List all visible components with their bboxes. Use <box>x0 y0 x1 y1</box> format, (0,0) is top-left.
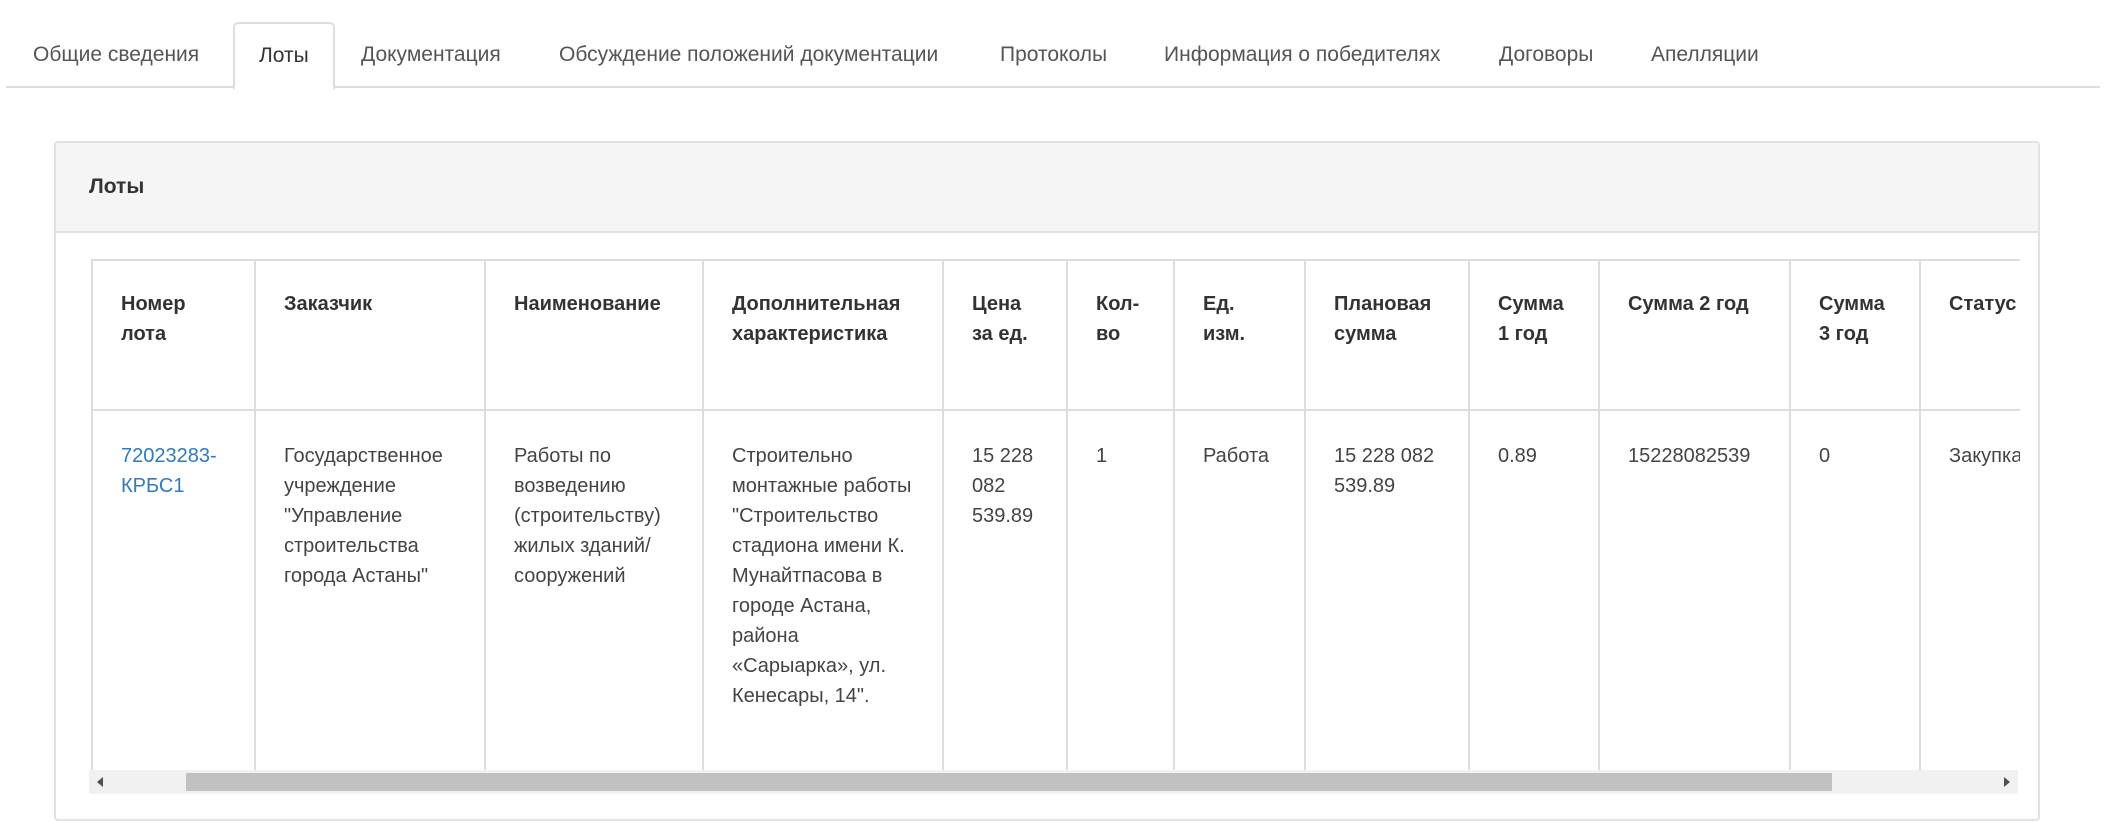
cell-status: Закупка состоялась <box>1919 409 2020 793</box>
column-header-extra[interactable]: Дополнительная характеристика <box>702 259 944 411</box>
lots-panel: Лоты Номер лота Заказчик Наименование До… <box>54 141 2040 821</box>
tab-documentation[interactable]: Документация <box>361 22 501 88</box>
table-row: 72023283-КРБС1 Государственное учреждени… <box>93 409 2020 793</box>
column-header-sum-year2[interactable]: Сумма 2 год <box>1598 259 1791 411</box>
column-header-name[interactable]: Наименование <box>484 259 704 411</box>
scroll-right-arrow-icon[interactable] <box>1994 770 2018 794</box>
table-header-row: Номер лота Заказчик Наименование Дополни… <box>93 259 2020 411</box>
tab-contracts[interactable]: Договоры <box>1499 22 1593 88</box>
column-header-sum-year1[interactable]: Сумма 1 год <box>1468 259 1600 411</box>
column-header-planned-sum[interactable]: Плановая сумма <box>1304 259 1470 411</box>
cell-sum-year2: 15228082539 <box>1598 409 1791 793</box>
tab-appeals[interactable]: Апелляции <box>1651 22 1759 88</box>
table-horizontal-scrollbar[interactable] <box>89 770 2018 794</box>
cell-lot-number: 72023283-КРБС1 <box>93 409 256 793</box>
panel-heading: Лоты <box>56 143 2038 233</box>
tab-protocols[interactable]: Протоколы <box>1000 22 1107 88</box>
cell-customer: Государственное учреждение "Управление с… <box>254 409 486 793</box>
column-header-unit[interactable]: Ед. изм. <box>1173 259 1306 411</box>
tab-documentation-discussion[interactable]: Обсуждение положений документации <box>559 22 938 88</box>
column-header-customer[interactable]: Заказчик <box>254 259 486 411</box>
cell-sum-year1: 0.89 <box>1468 409 1600 793</box>
tabs-bar: Общие сведения Лоты Документация Обсужде… <box>6 0 2100 90</box>
cell-name: Работы по возведению (строительству) жил… <box>484 409 704 793</box>
tab-winners-info[interactable]: Информация о победителях <box>1164 22 1440 88</box>
cell-quantity: 1 <box>1066 409 1175 793</box>
lots-table-scroll-area[interactable]: Номер лота Заказчик Наименование Дополни… <box>91 259 2020 793</box>
tab-general-info[interactable]: Общие сведения <box>33 22 199 88</box>
cell-extra: Строительно монтажные работы "Строительс… <box>702 409 944 793</box>
scrollbar-thumb[interactable] <box>186 773 1832 791</box>
cell-unit: Работа <box>1173 409 1306 793</box>
column-header-quantity[interactable]: Кол-во <box>1066 259 1175 411</box>
cell-sum-year3: 0 <box>1789 409 1921 793</box>
scroll-left-arrow-icon[interactable] <box>89 770 113 794</box>
column-header-lot-number[interactable]: Номер лота <box>93 259 256 411</box>
cell-planned-sum: 15 228 082 539.89 <box>1304 409 1470 793</box>
column-header-unit-price[interactable]: Цена за ед. <box>942 259 1068 411</box>
lot-number-link[interactable]: 72023283-КРБС1 <box>121 445 217 497</box>
column-header-status[interactable]: Статус лота <box>1919 259 2020 411</box>
cell-unit-price: 15 228 082 539.89 <box>942 409 1068 793</box>
column-header-sum-year3[interactable]: Сумма 3 год <box>1789 259 1921 411</box>
panel-title: Лоты <box>89 175 145 198</box>
lots-table: Номер лота Заказчик Наименование Дополни… <box>93 259 2020 793</box>
tab-lots[interactable]: Лоты <box>233 22 335 90</box>
